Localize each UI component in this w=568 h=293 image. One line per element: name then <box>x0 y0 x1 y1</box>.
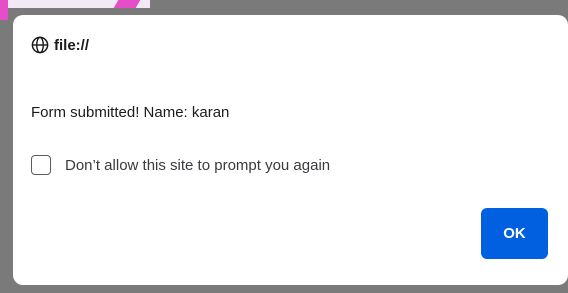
dialog-message: Form submitted! Name: karan <box>31 104 230 121</box>
dont-allow-prompt-checkbox[interactable] <box>31 155 51 175</box>
globe-icon <box>31 36 49 54</box>
dialog-origin: file:// <box>54 36 90 54</box>
background-page-mark-2 <box>113 0 141 8</box>
dialog-header: file:// <box>31 34 89 56</box>
background-page-mark <box>0 0 8 20</box>
ok-button[interactable]: OK <box>481 208 548 259</box>
dont-allow-prompt-label[interactable]: Don’t allow this site to prompt you agai… <box>65 157 330 174</box>
dont-allow-prompt-option[interactable]: Don’t allow this site to prompt you agai… <box>31 155 330 175</box>
